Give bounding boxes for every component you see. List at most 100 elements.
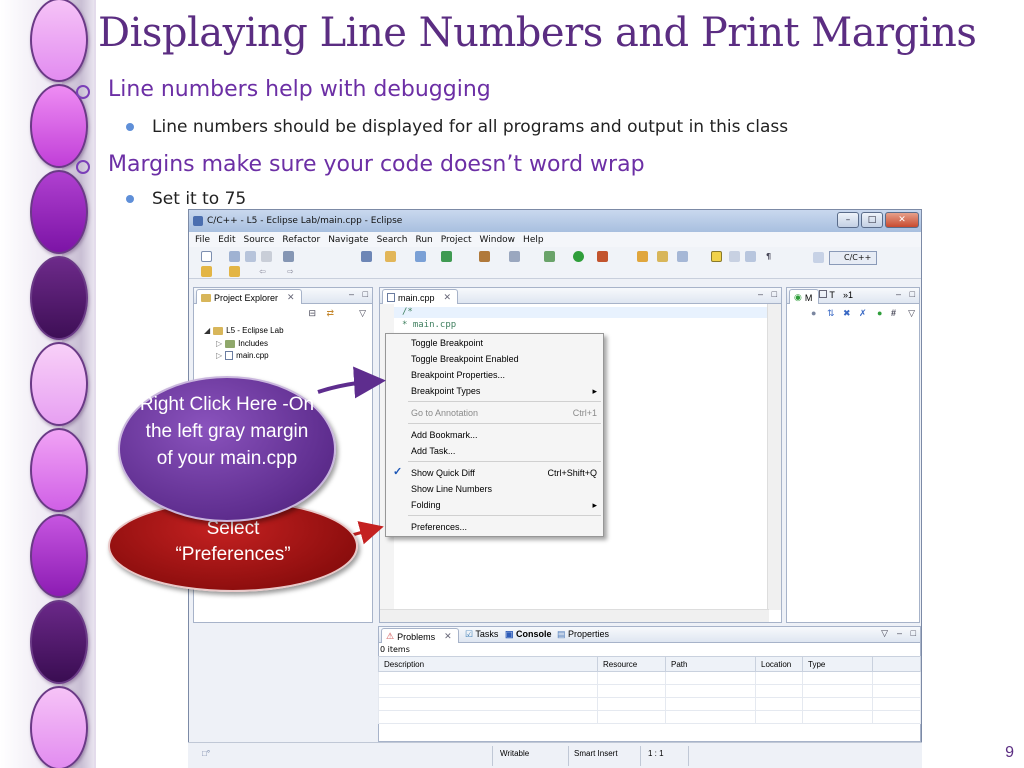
callout-right-click: Right Click Here -On the left gray margi… [118,376,336,522]
menu-item-toggle-breakpoint-enabled[interactable]: Toggle Breakpoint Enabled [411,352,597,366]
menu-item-show-quick-diff[interactable]: Show Quick Diff Ctrl+Shift+Q [411,466,597,480]
menu-item-show-line-numbers[interactable]: Show Line Numbers [411,482,597,496]
sort-icon[interactable]: ● [811,308,816,318]
menu-search[interactable]: Search [377,235,408,245]
minimize-view-icon[interactable]: – [349,289,354,299]
view-overflow[interactable]: »1 [843,290,853,300]
back-icon[interactable]: ⇦ [257,266,268,277]
menu-help[interactable]: Help [523,235,544,245]
debug-icon[interactable] [544,251,555,262]
close-tab-icon[interactable]: ✕ [444,631,452,642]
collapse-icon[interactable]: ▷ [216,339,222,348]
menu-refactor[interactable]: Refactor [282,235,320,245]
code-line-1[interactable]: /* [402,307,413,317]
external-tools-icon[interactable] [597,251,608,262]
refresh-icon[interactable] [441,251,452,262]
view-menu-icon[interactable]: ▽ [359,308,366,319]
maximize-view-icon[interactable]: □ [911,628,916,638]
tab-main-cpp[interactable]: main.cpp ✕ [382,289,459,304]
pencil-icon[interactable] [677,251,688,262]
column-type[interactable]: Type [802,656,873,672]
link-editor-icon[interactable]: ⇄ [326,308,334,319]
minimize-view-icon[interactable]: – [896,289,901,299]
tab-tasks[interactable]: ☑ Tasks [465,629,498,640]
tree-item-includes[interactable]: ▷ Includes [216,339,268,348]
open-type-icon[interactable] [361,251,372,262]
horizontal-scrollbar[interactable] [380,609,769,622]
block-select-icon[interactable] [729,251,740,262]
tree-item-project[interactable]: ◢ L5 - Eclipse Lab [204,326,284,335]
maximize-view-icon[interactable]: □ [910,289,915,299]
green-dot-icon[interactable]: ● [877,308,882,318]
window-titlebar[interactable]: C/C++ - L5 - Eclipse Lab/main.cpp - Ecli… [189,210,921,232]
new-class-icon[interactable] [385,251,396,262]
close-tab-icon[interactable]: ✕ [287,292,295,303]
save-icon[interactable] [229,251,240,262]
hash-icon[interactable]: # [891,308,896,318]
save-all-icon[interactable] [245,251,256,262]
toggle-mark-icon[interactable] [711,251,722,262]
whitespace-icon[interactable] [745,251,756,262]
hide-nonpublic-icon[interactable]: ✗ [859,308,867,319]
menu-file[interactable]: File [195,235,210,245]
fast-view-icon[interactable]: □° [202,749,210,758]
menu-navigate[interactable]: Navigate [328,235,368,245]
view-menu-icon[interactable]: ▽ [881,628,888,639]
tab-make-target[interactable]: ◉ M [789,289,820,304]
next-annotation-icon[interactable] [201,266,212,277]
menu-item-add-bookmark[interactable]: Add Bookmark... [411,428,597,442]
minimize-button[interactable]: – [837,212,859,228]
perspective-cpp[interactable]: C/C++ [829,251,877,265]
tab-type-hierarchy[interactable]: T [819,290,835,300]
menu-source[interactable]: Source [244,235,275,245]
hide-static-icon[interactable]: ✖ [843,308,851,319]
menu-run[interactable]: Run [415,235,432,245]
tab-problems[interactable]: ⚠ Problems ✕ [381,628,459,643]
tree-item-main-cpp[interactable]: ▷ main.cpp [216,351,269,360]
tab-project-explorer[interactable]: Project Explorer ✕ [196,289,302,304]
prev-annotation-icon[interactable] [229,266,240,277]
new-file-icon[interactable] [415,251,426,262]
collapse-icon[interactable]: ▷ [216,351,222,360]
paragraph-icon[interactable]: ¶ [763,251,774,262]
menu-item-toggle-breakpoint[interactable]: Toggle Breakpoint [411,336,597,350]
minimize-view-icon[interactable]: – [897,628,902,638]
menu-item-breakpoint-properties[interactable]: Breakpoint Properties... [411,368,597,382]
menu-window[interactable]: Window [480,235,516,245]
run-icon[interactable] [573,251,584,262]
open-folder-icon[interactable] [657,251,668,262]
column-path[interactable]: Path [665,656,756,672]
view-menu-icon[interactable]: ▽ [908,308,915,319]
menu-item-preferences[interactable]: Preferences... [411,520,597,534]
code-line-2[interactable]: * main.cpp [402,320,456,330]
menu-item-breakpoint-types[interactable]: Breakpoint Types ▸ [411,384,597,398]
column-location[interactable]: Location [755,656,803,672]
menu-item-add-task[interactable]: Add Task... [411,444,597,458]
search-icon[interactable] [637,251,648,262]
collapse-all-icon[interactable]: ⊟ [308,308,316,319]
menu-item-go-to-annotation[interactable]: Go to Annotation Ctrl+1 [411,406,597,420]
close-button[interactable]: ✕ [885,212,919,228]
menu-project[interactable]: Project [441,235,472,245]
expand-icon[interactable]: ◢ [204,326,210,335]
maximize-button[interactable]: □ [861,212,883,228]
print-icon[interactable] [261,251,272,262]
build-all-icon[interactable] [479,251,490,262]
menu-item-folding[interactable]: Folding ▸ [411,498,597,512]
open-perspective-icon[interactable] [813,252,824,263]
maximize-view-icon[interactable]: □ [772,289,777,299]
build-icon[interactable] [283,251,294,262]
column-description[interactable]: Description [378,656,598,672]
minimize-view-icon[interactable]: – [758,289,763,299]
tab-properties[interactable]: ▤ Properties [557,629,609,640]
hide-fields-icon[interactable]: ⇅ [827,308,835,319]
menu-edit[interactable]: Edit [218,235,235,245]
maximize-view-icon[interactable]: □ [363,289,368,299]
settings-icon[interactable] [509,251,520,262]
new-icon[interactable] [201,251,212,262]
forward-icon[interactable]: ⇨ [285,266,296,277]
column-resource[interactable]: Resource [597,656,666,672]
vertical-scrollbar[interactable] [767,304,781,610]
close-tab-icon[interactable]: ✕ [444,292,452,303]
tab-console[interactable]: ▣ Console [505,629,552,640]
